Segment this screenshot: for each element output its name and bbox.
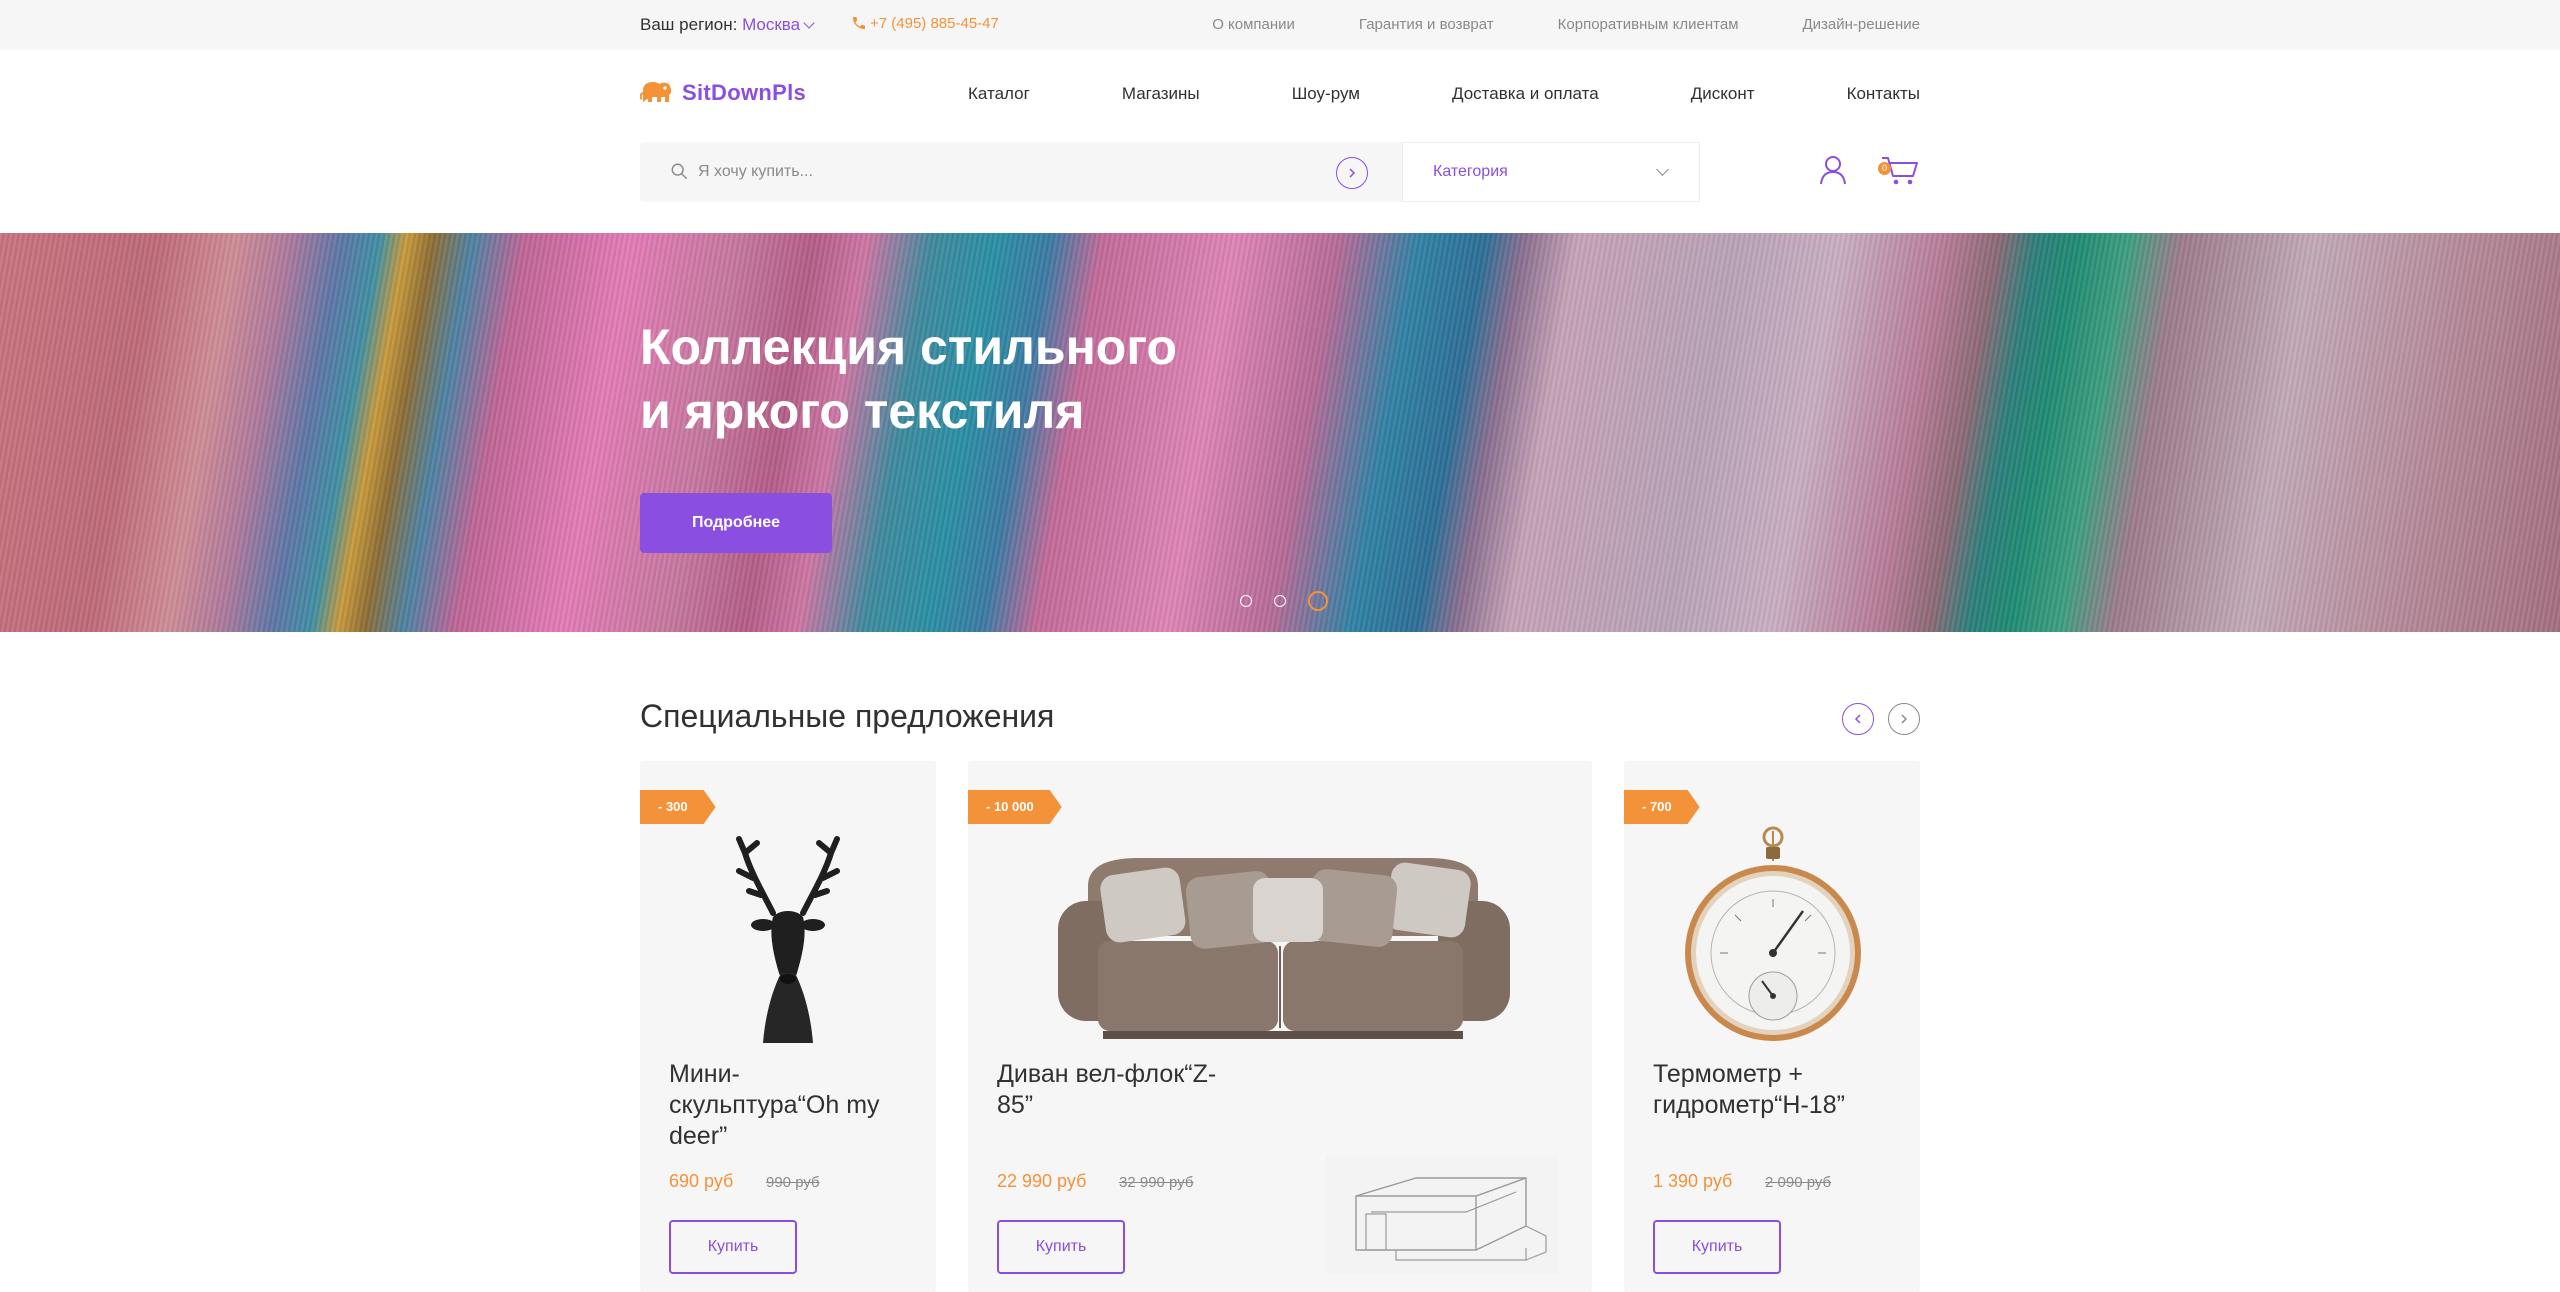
search-bar xyxy=(640,142,1402,202)
product-price: 22 990 руб xyxy=(997,1171,1087,1191)
cart-count-badge: 0 xyxy=(1878,162,1891,175)
search-icon xyxy=(671,163,687,179)
slide-dot-3[interactable] xyxy=(1308,591,1328,611)
product-name-line: скульптура“Oh my xyxy=(669,1091,880,1119)
product-name[interactable]: Термометр + гидрометр“Н-18” xyxy=(1653,1059,1845,1121)
sofa-scheme-image xyxy=(1326,1156,1558,1274)
logo-text: SitDownPls xyxy=(682,80,807,105)
product-name-line: 85” xyxy=(997,1091,1034,1119)
product-old-price: 990 руб xyxy=(766,1174,820,1191)
product-card[interactable]: - 300 Мини- скульптура“Oh my deer” 690 р… xyxy=(640,761,936,1292)
product-old-price: 2 090 руб xyxy=(1765,1174,1832,1191)
slider-dots xyxy=(1240,591,1328,611)
chevron-right-icon xyxy=(1349,168,1356,178)
hero-title-line2: и яркого текстиля xyxy=(640,383,1085,439)
hero-more-button[interactable]: Подробнее xyxy=(640,493,832,553)
buy-button[interactable]: Купить xyxy=(997,1220,1125,1274)
carousel-arrows xyxy=(1842,703,1920,735)
hero-title: Коллекция стильного и яркого текстиля xyxy=(640,315,1340,443)
product-name-line: Термометр + xyxy=(1653,1060,1803,1088)
header: SitDownPls Каталог Магазины Шоу-рум Дост… xyxy=(0,50,2560,233)
toplink-about[interactable]: О компании xyxy=(1212,16,1295,33)
phone-number[interactable]: +7 (495) 885-45-47 xyxy=(870,15,999,32)
nav-catalog[interactable]: Каталог xyxy=(968,84,1030,104)
nav-stores[interactable]: Магазины xyxy=(1122,84,1200,104)
nav-showroom[interactable]: Шоу-рум xyxy=(1292,84,1360,104)
top-links: О компании Гарантия и возврат Корпоратив… xyxy=(1212,16,1920,33)
search-input[interactable] xyxy=(698,142,1298,202)
main-nav: Каталог Магазины Шоу-рум Доставка и опла… xyxy=(968,84,1920,104)
chevron-left-icon xyxy=(1854,714,1861,724)
category-label: Категория xyxy=(1433,163,1508,180)
hero-title-line1: Коллекция стильного xyxy=(640,319,1178,375)
sofa-image xyxy=(1058,858,1510,1039)
slide-dot-2[interactable] xyxy=(1274,595,1286,607)
search-submit-button[interactable] xyxy=(1336,157,1368,189)
product-name[interactable]: Диван вел-флок“Z- 85” xyxy=(997,1059,1216,1121)
slide-dot-1[interactable] xyxy=(1240,595,1252,607)
discount-badge: - 300 xyxy=(640,790,716,824)
prev-button[interactable] xyxy=(1842,703,1874,735)
elephant-logo-icon xyxy=(640,82,672,102)
toplink-design[interactable]: Дизайн-решение xyxy=(1803,16,1920,33)
profile-button[interactable] xyxy=(1817,154,1849,191)
product-price: 690 руб xyxy=(669,1171,734,1191)
toplink-corporate[interactable]: Корпоративным клиентам xyxy=(1558,16,1739,33)
chevron-down-icon[interactable] xyxy=(803,17,815,29)
product-name-line: Диван вел-флок“Z- xyxy=(997,1060,1217,1088)
nav-contacts[interactable]: Контакты xyxy=(1847,84,1920,104)
product-card[interactable]: - 700 Термометр + гидрометр“Н-18” 1 390 … xyxy=(1624,761,1920,1292)
top-bar: Ваш регион: Москва +7 (495) 885-45-47 О … xyxy=(0,0,2560,50)
product-card[interactable]: - 10 000 Диван вел-флок“Z- 85” 22 990 ру… xyxy=(968,761,1592,1292)
product-name-line: гидрометр“Н-18” xyxy=(1653,1091,1845,1119)
phone-link[interactable]: +7 (495) 885-45-47 xyxy=(851,15,999,32)
user-icon xyxy=(1820,156,1846,185)
thermometer-image xyxy=(1685,826,1861,1041)
next-button[interactable] xyxy=(1888,703,1920,735)
chevron-down-icon xyxy=(1656,163,1669,176)
buy-button[interactable]: Купить xyxy=(669,1220,797,1274)
cart-button[interactable]: 0 xyxy=(1876,154,1920,191)
logo[interactable]: SitDownPls xyxy=(640,80,806,106)
category-select[interactable]: Категория xyxy=(1402,142,1700,202)
nav-discount[interactable]: Дисконт xyxy=(1691,84,1755,104)
product-name[interactable]: Мини- скульптура“Oh my deer” xyxy=(669,1059,880,1152)
section-title: Специальные предложения xyxy=(640,698,1055,734)
product-price: 1 390 руб xyxy=(1653,1171,1733,1191)
buy-button[interactable]: Купить xyxy=(1653,1220,1781,1274)
region-city[interactable]: Москва xyxy=(742,15,800,34)
region-selector[interactable]: Ваш регион: Москва xyxy=(640,15,815,35)
product-name-line: Мини- xyxy=(669,1060,740,1088)
nav-delivery[interactable]: Доставка и оплата xyxy=(1452,84,1599,104)
product-name-line: deer” xyxy=(669,1122,728,1150)
toplink-warranty[interactable]: Гарантия и возврат xyxy=(1359,16,1494,33)
region-label: Ваш регион: xyxy=(640,15,738,34)
deer-sculpture-image xyxy=(736,836,840,1043)
chevron-right-icon xyxy=(1901,714,1908,724)
hero-banner: Коллекция стильного и яркого текстиля По… xyxy=(0,233,2560,632)
product-old-price: 32 990 руб xyxy=(1119,1174,1194,1191)
phone-icon xyxy=(853,17,865,29)
discount-badge: - 700 xyxy=(1624,790,1700,824)
